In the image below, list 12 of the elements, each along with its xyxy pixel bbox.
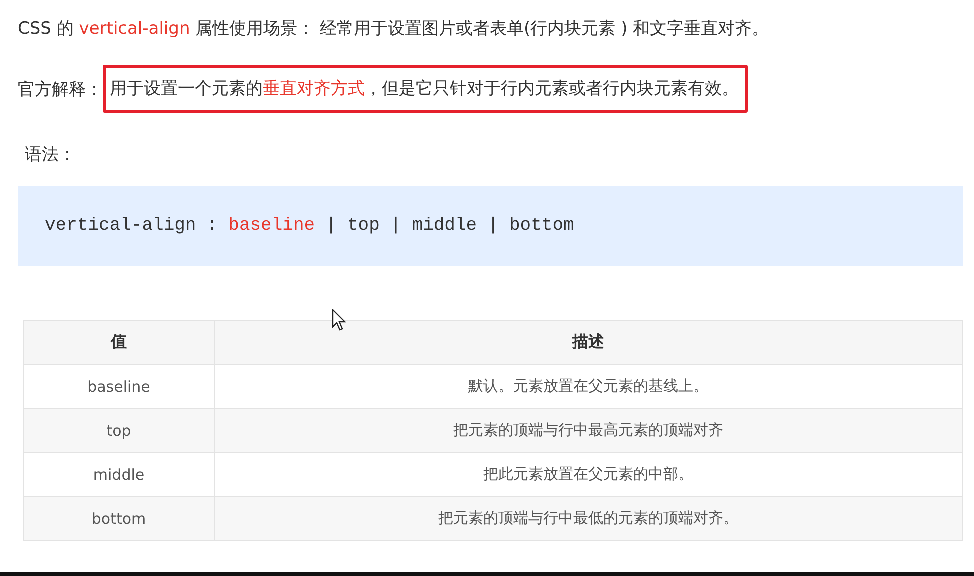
- code-block: vertical-align : baseline | top | middle | bottom: [18, 186, 963, 266]
- column-header: 描述: [214, 320, 962, 364]
- table-cell: bottom: [24, 496, 214, 540]
- column-header: 值: [24, 320, 214, 364]
- definition-label: 官方解释：: [18, 78, 103, 100]
- definition-text: 用于设置一个元素的垂直对齐方式，但是它只针对于行内元素或者行内块元素有效。: [103, 65, 748, 113]
- table-cell: top: [24, 408, 214, 452]
- syntax-heading: 语法：: [25, 144, 77, 166]
- cursor-icon: [332, 309, 347, 331]
- table-cell: 把元素的顶端与行中最低的元素的顶端对齐。: [214, 496, 962, 540]
- table-cell: 把元素的顶端与行中最高元素的顶端对齐: [214, 408, 962, 452]
- intro-text: CSS 的 vertical-align 属性使用场景： 经常用于设置图片或者表单(行内块元素 ) 和文字垂直对齐。: [18, 18, 770, 41]
